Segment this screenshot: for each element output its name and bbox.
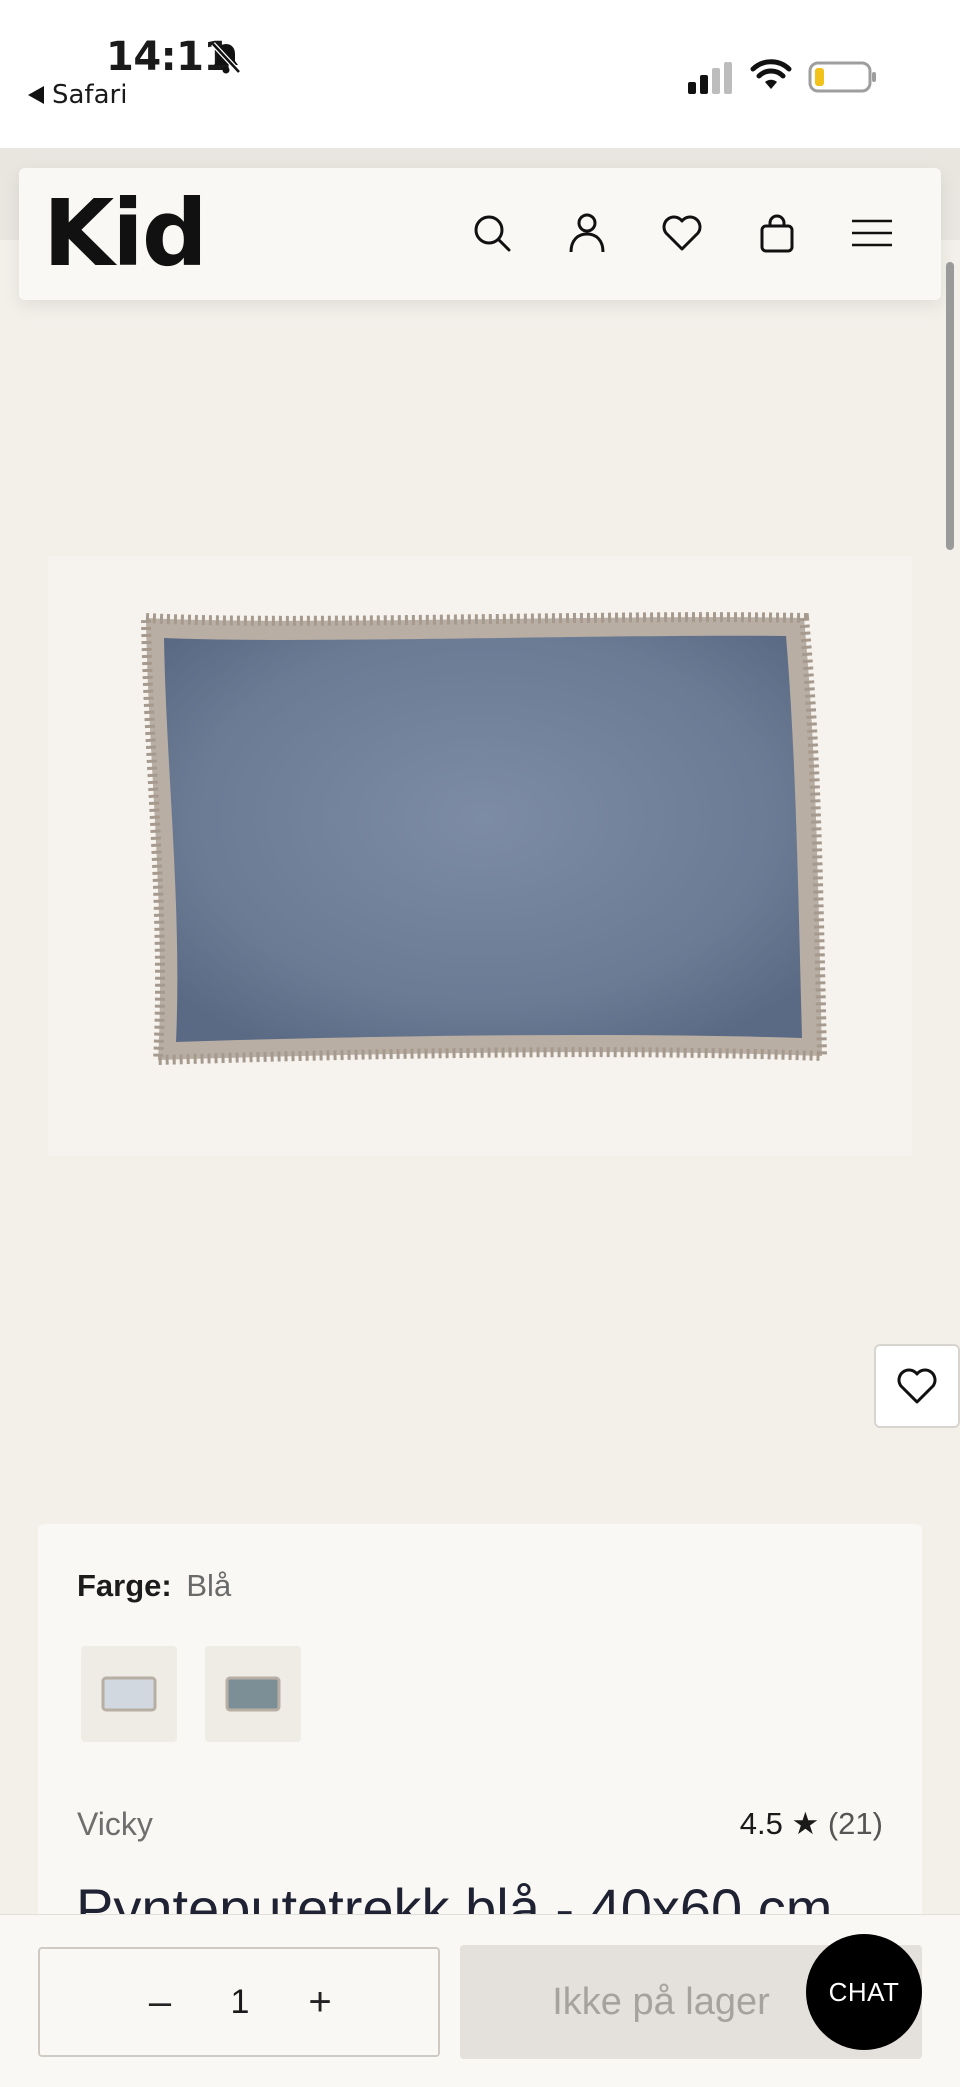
bell-slash-icon (211, 42, 241, 74)
color-label: Farge: (77, 1568, 172, 1603)
brand-name[interactable]: Vicky (77, 1806, 153, 1843)
status-bar: 14:11 Safari (0, 0, 960, 148)
chat-button[interactable]: CHAT (806, 1934, 922, 2050)
rating-count: (21) (827, 1806, 883, 1841)
color-swatch-light-blue[interactable] (81, 1646, 177, 1742)
cellular-signal-icon (688, 62, 732, 94)
pillow-image (140, 612, 828, 1066)
increase-quantity-button[interactable]: + (280, 1949, 360, 2055)
search-icon (474, 215, 511, 252)
add-to-wishlist-button[interactable] (874, 1344, 960, 1428)
rating-value: 4.5 ★ (739, 1806, 820, 1841)
decrease-quantity-button[interactable]: – (120, 1949, 200, 2055)
wishlist-button[interactable] (655, 206, 709, 260)
wifi-icon (750, 59, 792, 89)
color-swatch-blue[interactable] (205, 1646, 301, 1742)
account-button[interactable] (560, 206, 614, 260)
product-rating[interactable]: 4.5 ★ (21) (740, 1806, 883, 1842)
page-scrollbar[interactable] (946, 262, 954, 550)
menu-hamburger-icon (852, 219, 892, 247)
back-to-safari-link[interactable]: Safari (28, 80, 127, 110)
kid-logo[interactable]: Kid (43, 186, 208, 282)
back-app-label: Safari (52, 80, 128, 110)
color-value: Blå (186, 1568, 232, 1603)
wishlist-heart-icon (662, 215, 702, 251)
product-image[interactable] (48, 556, 912, 1156)
color-selector-label: Farge: Blå (77, 1568, 231, 1604)
back-arrow-icon (28, 86, 44, 104)
cart-bag-button[interactable] (750, 206, 804, 260)
battery-low-icon (808, 61, 876, 93)
site-header: Kid (19, 168, 941, 300)
pillow-thumbnail (225, 1676, 281, 1712)
heart-outline-icon (897, 1368, 937, 1404)
pillow-thumbnail (101, 1676, 157, 1712)
account-icon (569, 213, 605, 253)
search-button[interactable] (465, 206, 519, 260)
menu-button[interactable] (845, 206, 899, 260)
shopping-bag-icon (760, 214, 794, 253)
quantity-stepper: – 1 + (38, 1947, 440, 2057)
quantity-value[interactable]: 1 (200, 1949, 280, 2055)
